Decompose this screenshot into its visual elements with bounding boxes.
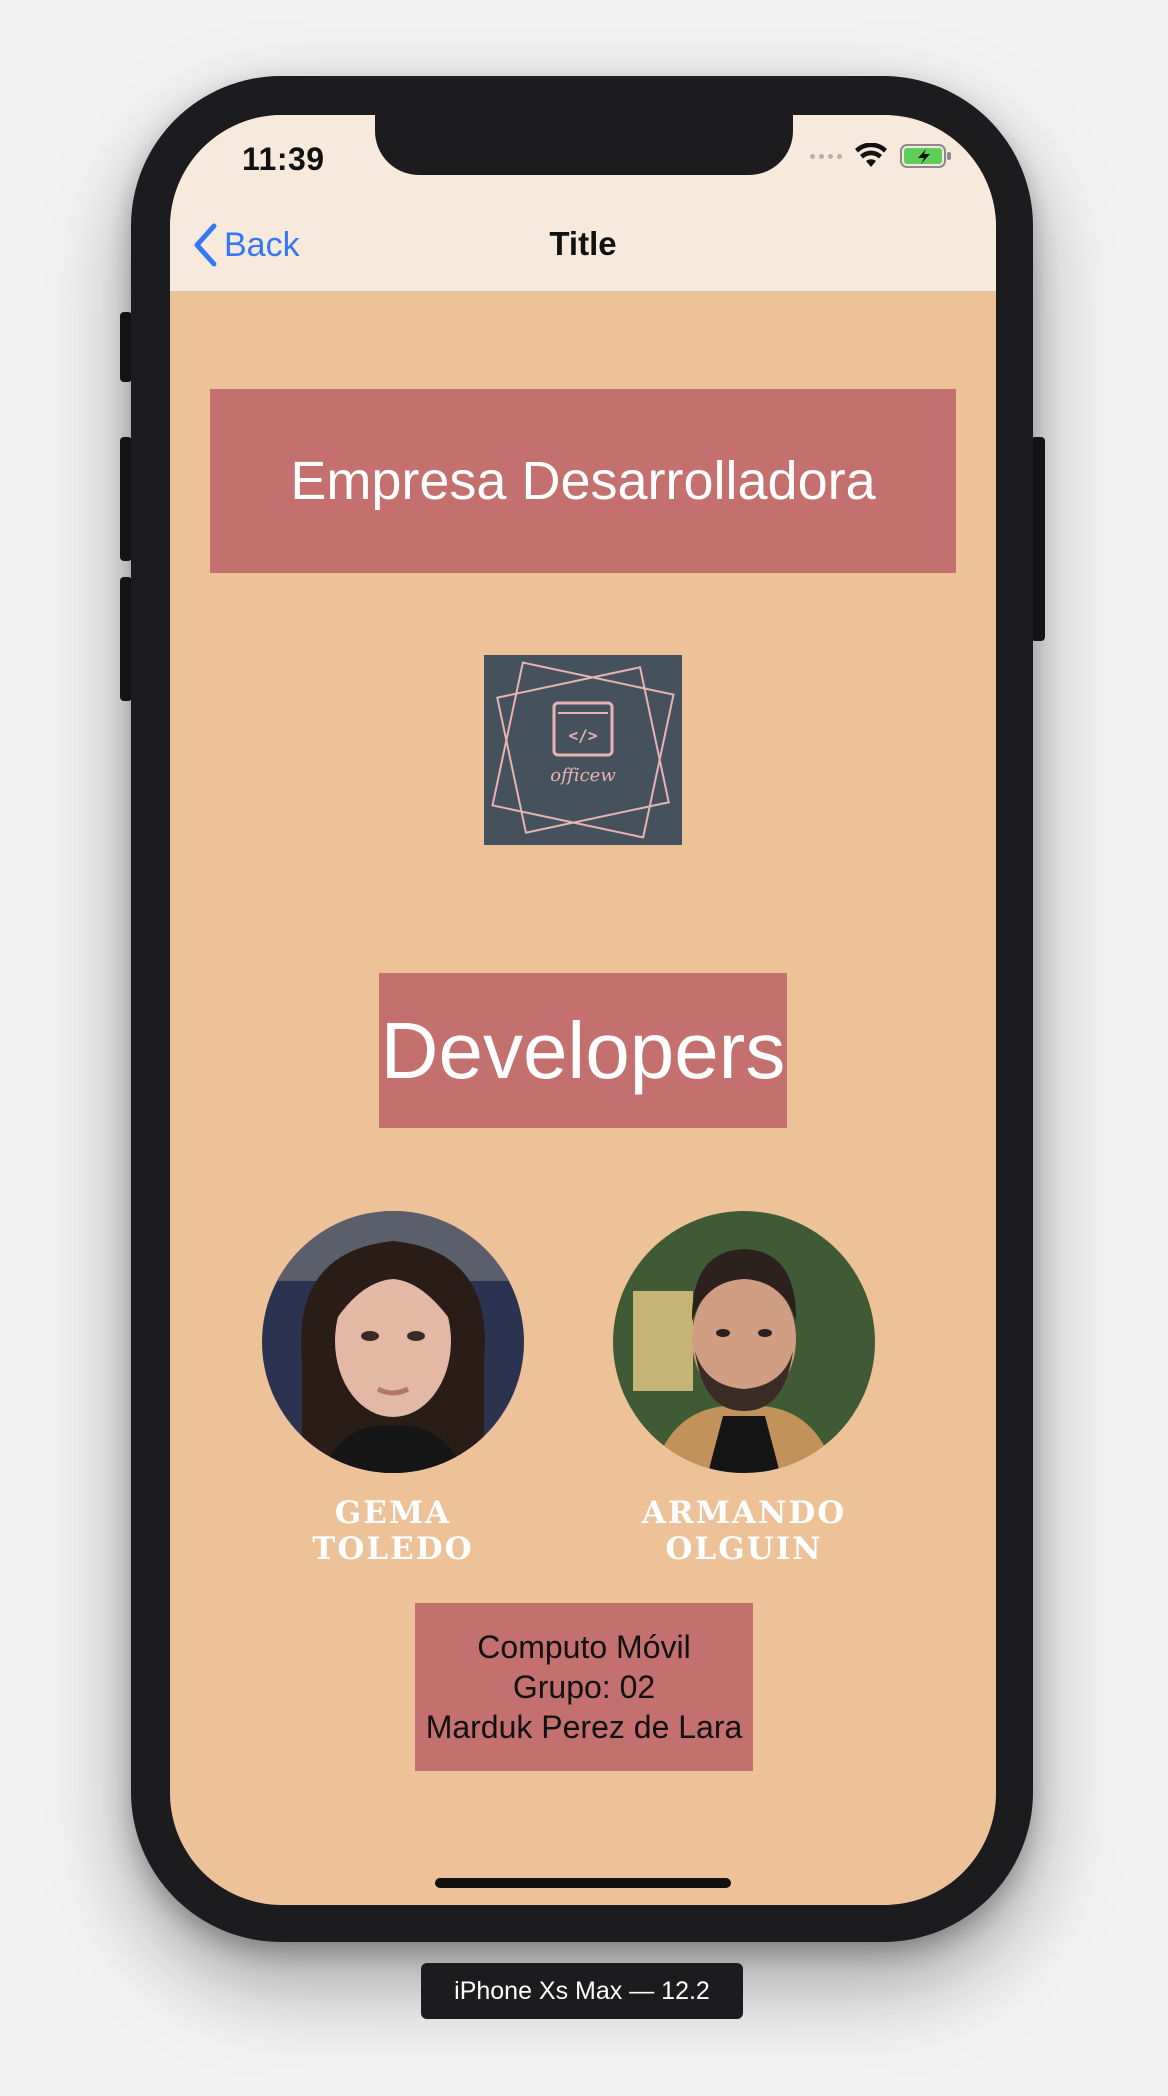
developers-title-banner: Developers <box>379 973 787 1128</box>
company-title-banner: Empresa Desarrolladora <box>210 389 956 573</box>
nav-title: Title <box>549 225 617 262</box>
logo-text: officew <box>550 765 616 786</box>
course-group: Grupo: 02 <box>512 1669 656 1705</box>
svg-text:</>: </> <box>569 726 598 745</box>
company-logo: </> officew <box>484 655 682 845</box>
developer-name: GEMA TOLEDO <box>312 1495 474 1567</box>
developer-avatar-armando <box>613 1211 875 1473</box>
status-time: 11:39 <box>242 141 325 177</box>
device-screen: 11:39 Back Title Empresa Desarrolladora … <box>170 115 996 1905</box>
cellular-signal-icon <box>810 153 842 159</box>
notch <box>375 115 793 175</box>
battery-icon <box>900 144 951 168</box>
developer-avatar-gema <box>262 1211 524 1473</box>
developer-name: ARMANDO OLGUIN <box>641 1495 847 1567</box>
simulator-stage: 11:39 Back Title Empresa Desarrolladora … <box>0 0 1168 2096</box>
course-info-box: Computo Móvil Grupo: 02 Marduk Perez de … <box>415 1603 753 1771</box>
status-icons <box>810 143 952 169</box>
power-button <box>1031 437 1045 641</box>
simulator-device-label: iPhone Xs Max — 12.2 <box>421 1963 743 2019</box>
teacher-name: Marduk Perez de Lara <box>425 1709 743 1745</box>
home-indicator[interactable] <box>435 1878 731 1888</box>
wifi-icon <box>855 143 887 167</box>
course-name: Computo Móvil <box>477 1629 691 1665</box>
